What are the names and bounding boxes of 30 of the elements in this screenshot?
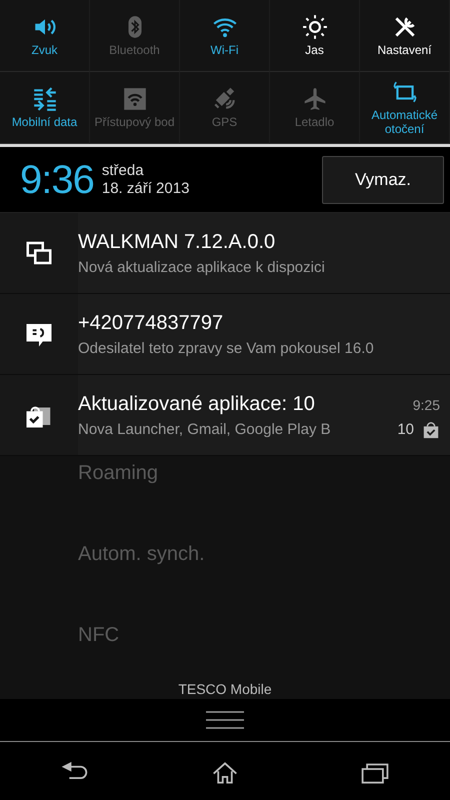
clock-time: 9:36 — [20, 156, 94, 204]
notification-title: +420774837797 — [78, 310, 224, 336]
bag-icon — [422, 421, 440, 439]
drag-handle-icon[interactable] — [205, 710, 245, 730]
notification-text: Nová aktualizace aplikace k dispozici — [78, 258, 325, 278]
weekday-text: středa — [102, 162, 145, 180]
notification-text: Nova Launcher, Gmail, Google Play B — [78, 420, 331, 440]
rotate-icon — [392, 79, 418, 106]
notification-card[interactable]: Aktualizované aplikace: 10 9:25 Nova Launcher, Gmail, Google Play B 10 — [0, 375, 450, 456]
notification-title: WALKMAN 7.12.A.0.0 — [78, 230, 276, 255]
quick-setting-tile[interactable]: Zvuk — [0, 0, 90, 72]
quick-setting-tile[interactable]: Wi-Fi — [180, 0, 270, 72]
clear-button[interactable]: Vymaz. — [322, 156, 444, 204]
sun-icon — [302, 14, 328, 40]
notification-count: 10 — [397, 420, 414, 440]
notification-time: 9:25 — [412, 396, 440, 415]
data-arrows-icon — [32, 86, 58, 112]
notification-card[interactable]: +420774837797 Odesilatel teto zpravy se Vam pokousel 16.0 — [0, 294, 450, 375]
notification-text: Odesilatel teto zpravy se Vam pokousel 16.0 — [78, 338, 374, 359]
date-text: 18. září 2013 — [102, 180, 190, 197]
notification-card[interactable]: WALKMAN 7.12.A.0.0 Nová aktualizace aplikace k dispozici — [0, 213, 450, 294]
quick-setting-tile[interactable]: Nastavení — [360, 0, 450, 72]
setting-label: Roaming — [78, 461, 158, 486]
hotspot-icon — [122, 86, 148, 112]
quick-setting-tile[interactable]: Jas — [270, 0, 360, 72]
setting-label: NFC — [78, 623, 120, 648]
carrier-name: TESCO Mobile — [177, 680, 273, 699]
airplane-icon — [302, 86, 328, 112]
setting-label: Autom. synch. — [78, 542, 205, 567]
notification-title: Aktualizované aplikace: 10 — [78, 392, 315, 417]
